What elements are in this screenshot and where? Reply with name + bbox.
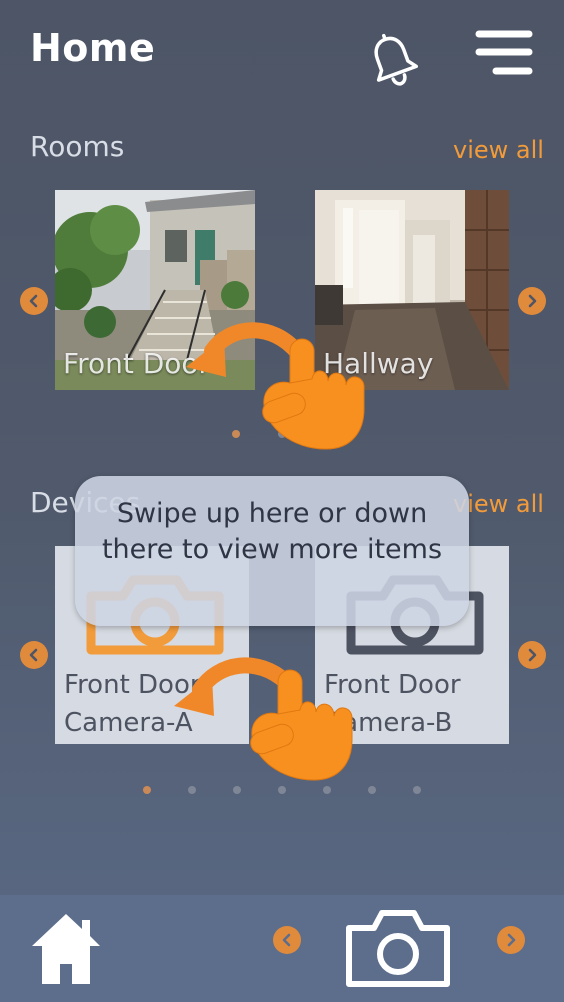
bottom-next-arrow[interactable] (497, 926, 525, 954)
devices-next-arrow[interactable] (518, 641, 546, 669)
swipe-tooltip: Swipe up here or down there to view more… (75, 476, 469, 626)
swipe-hint-rooms (186, 322, 365, 450)
rooms-prev-arrow[interactable] (20, 287, 48, 315)
rooms-next-arrow[interactable] (518, 287, 546, 315)
home-icon[interactable] (28, 910, 104, 986)
devices-page-dot-7[interactable] (413, 786, 421, 794)
devices-prev-arrow[interactable] (20, 641, 48, 669)
devices-page-dot-1[interactable] (143, 786, 151, 794)
page-title: Home (30, 26, 156, 70)
camera-icon[interactable] (344, 908, 452, 988)
devices-page-dot-6[interactable] (368, 786, 376, 794)
rooms-view-all-link[interactable]: view all (453, 136, 544, 164)
bell-icon[interactable] (362, 30, 424, 92)
bottom-prev-arrow[interactable] (273, 926, 301, 954)
rooms-section-title: Rooms (30, 130, 125, 163)
swipe-hint-devices (174, 657, 353, 781)
hamburger-menu-icon[interactable] (474, 30, 534, 78)
